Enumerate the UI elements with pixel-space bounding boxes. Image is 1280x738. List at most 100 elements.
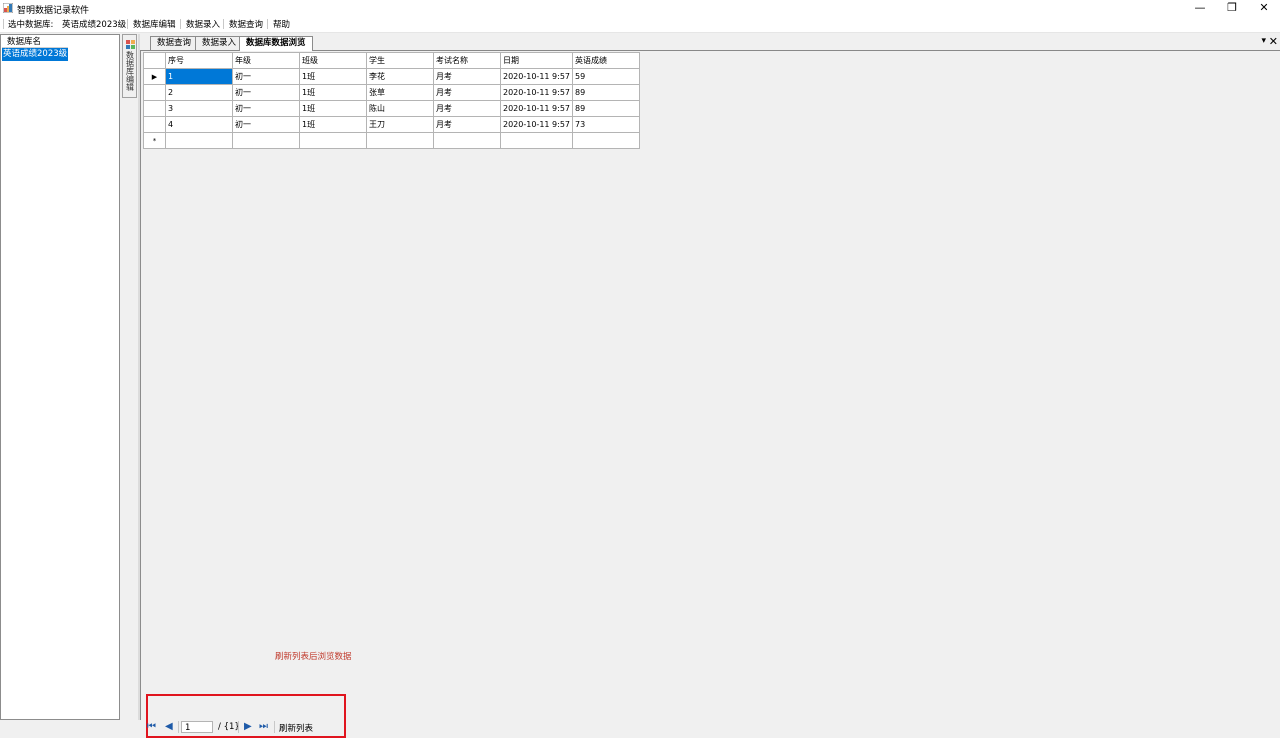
count-label: / {1} — [218, 722, 240, 732]
grid-cell[interactable]: 2020-10-11 9:57 — [500, 116, 573, 133]
grid-cell[interactable]: 月考 — [433, 100, 501, 117]
selected-db-label: 选中数据库: — [8, 20, 54, 30]
binding-navigator: ⏮ ◀ 1 / {1} ▶ ⏭ 刷新列表 — [143, 719, 1280, 737]
menu-separator — [223, 19, 224, 29]
new-row[interactable]: * — [143, 132, 640, 149]
grid-cell[interactable]: 2020-10-11 9:57 — [500, 68, 573, 85]
title-bar: 智明数据记录软件 — ❐ ✕ — [0, 0, 1280, 16]
column-header[interactable]: 英语成绩 — [572, 52, 640, 69]
grid-cell[interactable]: 月考 — [433, 68, 501, 85]
grid-cell[interactable]: 2020-10-11 9:57 — [500, 100, 573, 117]
data-grid[interactable]: 序号 年级 班级 学生 考试名称 日期 英语成绩 ▶ 1 初一 1班 李花 月考 2020-… — [143, 52, 640, 149]
menu-db-edit[interactable]: 数据库编辑 — [133, 18, 176, 30]
column-header[interactable]: 日期 — [500, 52, 573, 69]
grid-cell[interactable] — [366, 132, 434, 149]
tab-data-entry[interactable]: 数据录入 — [195, 36, 244, 50]
grid-cell[interactable]: 2020-10-11 9:57 — [500, 84, 573, 101]
app-icon — [3, 3, 13, 13]
position-field[interactable]: 1 — [181, 721, 213, 733]
side-tab-strip: 数据库编辑 — [122, 34, 138, 720]
column-header[interactable]: 年级 — [232, 52, 300, 69]
grid-cell[interactable]: 月考 — [433, 116, 501, 133]
nav-separator — [238, 721, 239, 733]
grid-corner-header[interactable] — [143, 52, 166, 69]
grid-cell[interactable]: 1班 — [299, 68, 367, 85]
restore-button[interactable]: ❐ — [1216, 0, 1248, 16]
row-header[interactable] — [143, 100, 166, 117]
tab-data-query[interactable]: 数据查询 — [150, 36, 199, 50]
table-row[interactable]: ▶ 1 初一 1班 李花 月考 2020-10-11 9:57 59 — [143, 68, 640, 85]
column-header[interactable]: 考试名称 — [433, 52, 501, 69]
grid-cell[interactable] — [433, 132, 501, 149]
move-last-icon[interactable]: ⏭ — [259, 721, 268, 732]
grid-cell[interactable]: 3 — [165, 100, 233, 117]
tab-db-browse[interactable]: 数据库数据浏览 — [239, 36, 313, 51]
nav-separator — [178, 721, 179, 733]
browse-content: 序号 年级 班级 学生 考试名称 日期 英语成绩 ▶ 1 初一 1班 李花 月考 2020-… — [140, 51, 1280, 738]
column-header[interactable]: 学生 — [366, 52, 434, 69]
db-list-header[interactable]: 数据库名 — [2, 36, 68, 48]
grid-cell[interactable]: 王刀 — [366, 116, 434, 133]
menu-data-entry[interactable]: 数据录入 — [186, 18, 220, 30]
grid-cell[interactable]: 陈山 — [366, 100, 434, 117]
window-title: 智明数据记录软件 — [17, 6, 90, 16]
grid-cell[interactable]: 89 — [572, 84, 640, 101]
grid-cell[interactable]: 1班 — [299, 116, 367, 133]
db-list-panel: 数据库名 英语成绩2023级 — [0, 34, 120, 720]
grid-cell[interactable]: 李花 — [366, 68, 434, 85]
grid-cell[interactable]: 初一 — [232, 68, 300, 85]
tab-dropdown-icon[interactable]: ▾ — [1261, 36, 1266, 46]
document-area: 数据查询 数据录入 数据库数据浏览 ▾ ✕ 序号 年级 班级 学生 考试名称 日… — [140, 34, 1280, 738]
row-header[interactable] — [143, 84, 166, 101]
grid-cell[interactable]: 73 — [572, 116, 640, 133]
move-previous-icon[interactable]: ◀ — [165, 721, 173, 732]
menu-separator — [267, 19, 268, 29]
grid-cell[interactable]: 4 — [165, 116, 233, 133]
tab-strip: 数据查询 数据录入 数据库数据浏览 ▾ ✕ — [140, 34, 1280, 51]
tab-close-icon[interactable]: ✕ — [1269, 35, 1278, 48]
close-button[interactable]: ✕ — [1248, 0, 1280, 16]
grid-cell[interactable]: 月考 — [433, 84, 501, 101]
grid-cell[interactable] — [299, 132, 367, 149]
menu-data-query[interactable]: 数据查询 — [229, 18, 263, 30]
grid-cell[interactable] — [572, 132, 640, 149]
grid-cell[interactable]: 89 — [572, 100, 640, 117]
hint-text: 刷新列表后浏览数据 — [275, 652, 352, 662]
refresh-list-button[interactable]: 刷新列表 — [279, 722, 313, 734]
move-next-icon[interactable]: ▶ — [244, 721, 252, 732]
table-row[interactable]: 2 初一 1班 张草 月考 2020-10-11 9:57 89 — [143, 84, 640, 101]
table-row[interactable]: 4 初一 1班 王刀 月考 2020-10-11 9:57 73 — [143, 116, 640, 133]
menu-bar: 选中数据库: 英语成绩2023级 数据库编辑 数据录入 数据查询 帮助 — [0, 16, 1280, 33]
nav-separator — [274, 721, 275, 733]
grid-cell[interactable]: 59 — [572, 68, 640, 85]
table-row[interactable]: 3 初一 1班 陈山 月考 2020-10-11 9:57 89 — [143, 100, 640, 117]
grid-cell[interactable] — [232, 132, 300, 149]
db-list-item[interactable]: 英语成绩2023级 — [2, 48, 68, 61]
menu-separator — [180, 19, 181, 29]
minimize-button[interactable]: — — [1184, 0, 1216, 16]
grid-cell[interactable] — [500, 132, 573, 149]
grid-cell[interactable] — [165, 132, 233, 149]
menu-separator — [3, 19, 4, 29]
menu-separator — [127, 19, 128, 29]
column-header[interactable]: 序号 — [165, 52, 233, 69]
row-header[interactable]: ▶ — [143, 68, 166, 85]
selected-db-value[interactable]: 英语成绩2023级 — [62, 18, 126, 30]
grid-cell[interactable]: 初一 — [232, 100, 300, 117]
move-first-icon[interactable]: ⏮ — [147, 721, 156, 732]
side-tab-label: 数据库编辑 — [126, 51, 134, 92]
grid-header-row: 序号 年级 班级 学生 考试名称 日期 英语成绩 — [143, 52, 640, 69]
row-header[interactable]: * — [143, 132, 166, 149]
db-edit-side-tab[interactable]: 数据库编辑 — [122, 34, 137, 98]
grid-cell[interactable]: 2 — [165, 84, 233, 101]
grid-cell[interactable]: 初一 — [232, 116, 300, 133]
menu-help[interactable]: 帮助 — [273, 18, 290, 30]
grid-cell[interactable]: 1班 — [299, 100, 367, 117]
row-header[interactable] — [143, 116, 166, 133]
grid-cell[interactable]: 初一 — [232, 84, 300, 101]
grid-cell[interactable]: 张草 — [366, 84, 434, 101]
grid-cell[interactable]: 1 — [165, 68, 233, 85]
grid-cell[interactable]: 1班 — [299, 84, 367, 101]
db-edit-icon — [126, 40, 135, 49]
column-header[interactable]: 班级 — [299, 52, 367, 69]
